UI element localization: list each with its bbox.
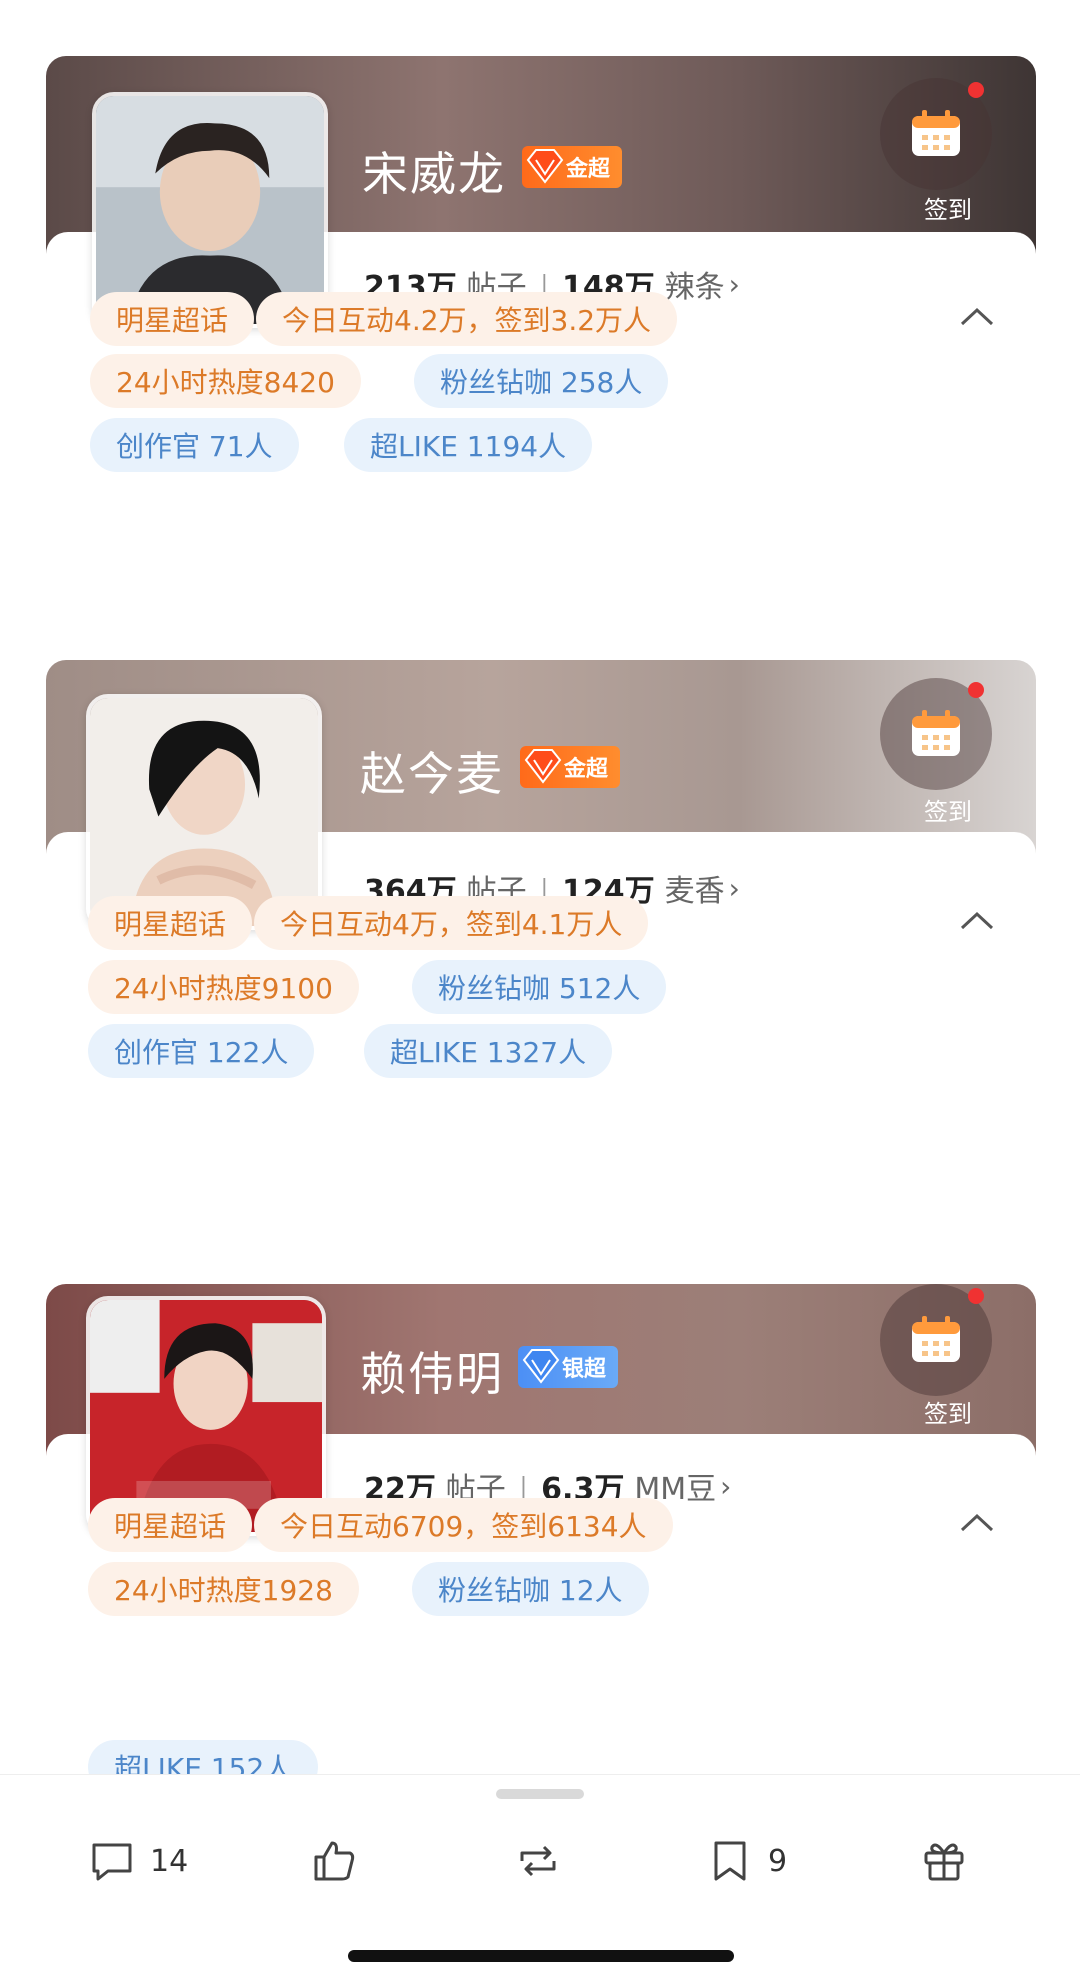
chip-24h-heat[interactable]: 24小时热度1928 [88, 1562, 359, 1616]
gold-super-badge: 金超 [522, 146, 623, 188]
comment-icon [92, 1843, 132, 1881]
star-name[interactable]: 赖伟明 [360, 1338, 504, 1404]
diamond-icon [526, 149, 564, 184]
diamond-icon [522, 1349, 560, 1384]
signin-button[interactable] [880, 1284, 992, 1396]
star-name[interactable]: 赵今麦 [360, 738, 504, 804]
notification-dot [968, 82, 984, 98]
chip-creator[interactable]: 创作官 122人 [88, 1024, 315, 1078]
currency-label: 辣条 [664, 270, 725, 305]
chip-fan-diamond[interactable]: 粉丝钻咖 512人 [412, 960, 667, 1014]
chevron-up-icon[interactable] [958, 1512, 996, 1534]
notification-dot [968, 1288, 984, 1304]
signin-label[interactable]: 签到 [924, 792, 972, 827]
chip-fan-diamond[interactable]: 粉丝钻咖 258人 [414, 354, 669, 408]
chip-today-activity[interactable]: 今日互动6709，签到6134人 [254, 1498, 673, 1552]
stats-divider: | [519, 1473, 528, 1499]
avatar[interactable] [86, 694, 322, 930]
comment-count: 14 [150, 1843, 189, 1879]
notification-dot [968, 682, 984, 698]
chip-today-activity[interactable]: 今日互动4万，签到4.1万人 [254, 896, 649, 950]
chevron-up-icon[interactable] [958, 910, 996, 932]
chevron-right-icon: › [728, 267, 740, 301]
chip-category[interactable]: 明星超话 [90, 292, 255, 346]
drag-handle[interactable] [496, 1789, 584, 1799]
currency-label: 麦香 [664, 874, 725, 909]
star-name[interactable]: 宋威龙 [362, 138, 506, 204]
badge-label: 金超 [566, 157, 611, 182]
like-icon [314, 1841, 355, 1881]
calendar-icon [912, 710, 960, 756]
bottom-action-bar: 14 9 [0, 1774, 1080, 1965]
super-topic-card[interactable]: 赖伟明 银超 签到 22万 帖子 | 6.3万 MM豆 › 明星超话 今日互动6… [40, 1284, 1036, 1794]
comment-button[interactable]: 14 [86, 1835, 188, 1887]
gift-icon [924, 1843, 964, 1881]
signin-button[interactable] [880, 678, 992, 790]
chip-category[interactable]: 明星超话 [88, 896, 253, 950]
chip-super-like[interactable]: 超LIKE 1327人 [364, 1024, 613, 1078]
bookmark-icon [714, 1841, 746, 1881]
chevron-up-icon[interactable] [958, 306, 996, 328]
chip-today-activity[interactable]: 今日互动4.2万，签到3.2万人 [256, 292, 678, 346]
super-topic-card[interactable]: 宋威龙 金超 签到 213万 帖子 | 148万 辣条 › 明星超话 今日互动4… [40, 56, 1036, 616]
repost-button[interactable] [512, 1835, 564, 1887]
calendar-icon [912, 110, 960, 156]
chip-creator[interactable]: 创作官 71人 [90, 418, 299, 472]
badge-label: 银超 [562, 1357, 607, 1382]
chip-24h-heat[interactable]: 24小时热度9100 [88, 960, 359, 1014]
chip-24h-heat[interactable]: 24小时热度8420 [90, 354, 361, 408]
gift-button[interactable] [918, 1835, 970, 1887]
chip-super-like[interactable]: 超LIKE 1194人 [344, 418, 593, 472]
repost-icon [520, 1845, 556, 1877]
diamond-icon [524, 749, 562, 784]
badge-label: 金超 [564, 757, 609, 782]
gold-super-badge: 金超 [520, 746, 621, 788]
calendar-icon [912, 1316, 960, 1362]
signin-label[interactable]: 签到 [924, 1394, 972, 1429]
signin-label[interactable]: 签到 [924, 190, 972, 225]
home-indicator [348, 1950, 734, 1962]
signin-button[interactable] [880, 78, 992, 190]
chip-fan-diamond[interactable]: 粉丝钻咖 12人 [412, 1562, 649, 1616]
bookmark-count: 9 [768, 1843, 788, 1879]
like-button[interactable] [308, 1835, 360, 1887]
bookmark-button[interactable]: 9 [704, 1835, 787, 1887]
silver-super-badge: 银超 [518, 1346, 619, 1388]
chevron-right-icon: › [728, 871, 740, 905]
chevron-right-icon: › [720, 1469, 732, 1503]
super-topic-card[interactable]: 赵今麦 金超 签到 364万 帖子 | 124万 麦香 › 明星超话 今日互动4… [40, 660, 1036, 1200]
chip-category[interactable]: 明星超话 [88, 1498, 253, 1552]
